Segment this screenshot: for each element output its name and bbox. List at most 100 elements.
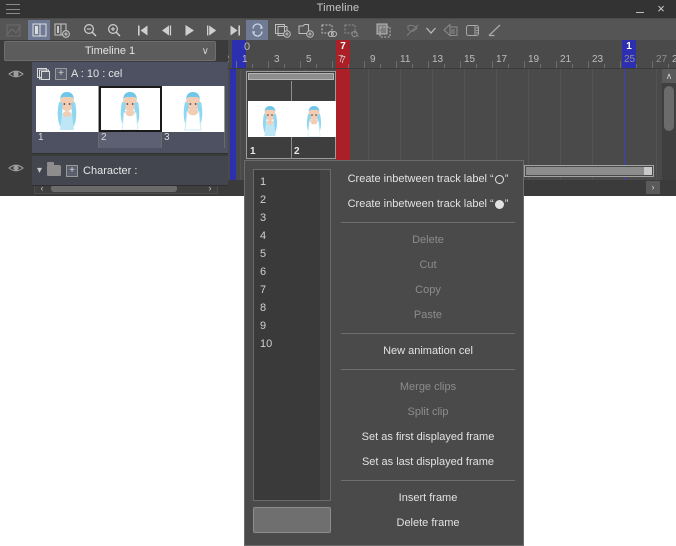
menu-item-label: Copy [415, 284, 441, 296]
menu-item-new-animation-cel[interactable]: New animation cel [333, 339, 523, 363]
ruler-number: 27 [656, 54, 668, 65]
light-table-icon [465, 23, 481, 38]
frame-number-item[interactable]: 7 [260, 284, 266, 296]
zoom-in-button[interactable] [103, 20, 125, 40]
layer-panel: Timeline 1 ∨ + A : 10 : cel 1 2 3 ‹ › ▾ … [0, 40, 228, 196]
menu-item-create-inbetween-track-label-ring[interactable]: Create inbetween track label “ ” [333, 167, 523, 191]
ruler-number: 15 [464, 54, 476, 65]
menu-item-set-as-last-displayed-frame[interactable]: Set as last displayed frame [333, 450, 523, 474]
plus-icon[interactable]: + [55, 68, 67, 80]
menu-item-create-inbetween-track-label-dot[interactable]: Create inbetween track label “ ” [333, 192, 523, 216]
minimize-button[interactable] [634, 4, 646, 15]
layer-row-character-label: Character : [83, 164, 138, 177]
secondary-clip-knob[interactable] [644, 167, 652, 175]
edit-track-button[interactable] [484, 20, 506, 40]
cel-thumbnail[interactable] [162, 86, 225, 132]
chevron-down-icon[interactable]: ▾ [37, 165, 42, 176]
ruler-number: 0 [244, 41, 251, 53]
ruler-tick [300, 61, 301, 68]
cel-thumbnail[interactable] [99, 86, 162, 132]
delete-cel-button[interactable] [440, 20, 462, 40]
menu-item-label-suffix: ” [504, 173, 509, 185]
secondary-clip-bar[interactable] [526, 167, 644, 175]
specify-cels-button[interactable] [318, 20, 340, 40]
frame-number-item[interactable]: 5 [260, 248, 266, 260]
track-vertical-scrollbar[interactable]: ∧ ∨ [662, 69, 676, 196]
clip-cell[interactable]: 1 [248, 81, 292, 159]
layer-row-character[interactable]: ▾ + Character : [32, 156, 228, 186]
close-button[interactable]: × [654, 2, 668, 16]
show-track-icon [32, 23, 47, 37]
scrollbar-thumb[interactable] [51, 185, 177, 192]
frame-number-list-button[interactable] [253, 507, 331, 533]
new-layer-button[interactable] [295, 20, 317, 40]
add-track-button[interactable] [51, 20, 73, 40]
frame-number-list[interactable]: 1 2 3 4 5 6 7 8 9 10 [253, 169, 331, 501]
ruler-number: 19 [528, 54, 540, 65]
go-to-last-frame-button[interactable] [224, 20, 246, 40]
plus-icon[interactable]: + [66, 164, 79, 177]
previous-frame-button[interactable] [155, 20, 177, 40]
cel-number[interactable]: 2 [99, 132, 162, 148]
zoom-out-icon [83, 23, 98, 38]
frame-number-item[interactable]: 9 [260, 320, 266, 332]
ruler-tick [620, 61, 621, 68]
next-frame-button[interactable] [201, 20, 223, 40]
visibility-toggle-layer-a[interactable] [8, 68, 24, 80]
clip-cell[interactable]: 2 [292, 81, 336, 159]
zoom-out-button[interactable] [79, 20, 101, 40]
show-track-button[interactable] [28, 20, 50, 40]
copy-frame-button[interactable] [373, 20, 395, 40]
frame-number-item[interactable]: 3 [260, 212, 266, 224]
ruler-number: 11 [400, 54, 411, 65]
graph-editor-button[interactable] [2, 20, 24, 40]
ruler-number: 5 [306, 54, 312, 65]
timeline-select[interactable]: Timeline 1 ∨ [4, 41, 216, 61]
next-frame-icon [205, 24, 219, 37]
menu-item-delete-frame[interactable]: Delete frame [333, 511, 523, 535]
frame-number-item[interactable]: 1 [260, 176, 266, 188]
cel-stack-icon [37, 67, 51, 81]
secondary-clip[interactable] [524, 165, 654, 177]
frame-number-item[interactable]: 10 [260, 338, 272, 350]
cel-thumbnail[interactable] [36, 86, 99, 132]
previous-frame-icon [159, 24, 173, 37]
frame-number-item[interactable]: 4 [260, 230, 266, 242]
frame-number-item[interactable]: 8 [260, 302, 266, 314]
play-button[interactable] [178, 20, 200, 40]
ruler-number: 9 [370, 54, 376, 65]
ruler-tick [316, 64, 317, 68]
scroll-right-icon[interactable]: › [646, 181, 660, 194]
visibility-toggle-character[interactable] [8, 162, 24, 174]
frame-number-item[interactable]: 6 [260, 266, 266, 278]
menu-item-insert-frame[interactable]: Insert frame [333, 486, 523, 510]
menu-separator [341, 333, 515, 334]
menu-item-set-as-first-displayed-frame[interactable]: Set as first displayed frame [333, 425, 523, 449]
cel-number[interactable]: 1 [36, 132, 99, 148]
layer-row-a[interactable]: + A : 10 : cel 1 2 3 [32, 62, 228, 154]
clip-drag-handle[interactable] [248, 73, 334, 80]
ruler-number: 23 [592, 54, 604, 65]
duplicate-cel-button[interactable] [341, 20, 363, 40]
ruler-tick [460, 61, 461, 68]
ruler-tick [476, 64, 477, 68]
loop-playback-button[interactable] [246, 20, 268, 40]
menu-item-paste: Paste [333, 303, 523, 327]
vscrollbar-thumb[interactable] [664, 86, 674, 131]
frame-number-list-scrollbar[interactable] [320, 170, 330, 500]
go-to-first-frame-button[interactable] [132, 20, 154, 40]
scroll-up-icon[interactable]: ∧ [662, 69, 676, 83]
ruler-tick [588, 61, 589, 68]
cel-number[interactable]: 3 [162, 132, 225, 148]
new-animation-cel-button[interactable] [272, 20, 294, 40]
timeline-ruler[interactable]: 2 0 7 7 1 135791113151719212325272 [228, 40, 676, 69]
timeline-select-value: Timeline 1 [84, 45, 136, 57]
menu-item-label: Create inbetween track label “ [347, 198, 494, 210]
onion-skin-settings-button[interactable] [420, 20, 442, 40]
frame-number-item[interactable]: 2 [260, 194, 266, 206]
menu-item-label: Delete frame [396, 517, 460, 529]
light-table-button[interactable] [462, 20, 484, 40]
animation-clip[interactable]: 1 2 [246, 71, 336, 159]
menu-item-label: Cut [419, 259, 437, 271]
menu-item-label: Paste [413, 309, 443, 321]
